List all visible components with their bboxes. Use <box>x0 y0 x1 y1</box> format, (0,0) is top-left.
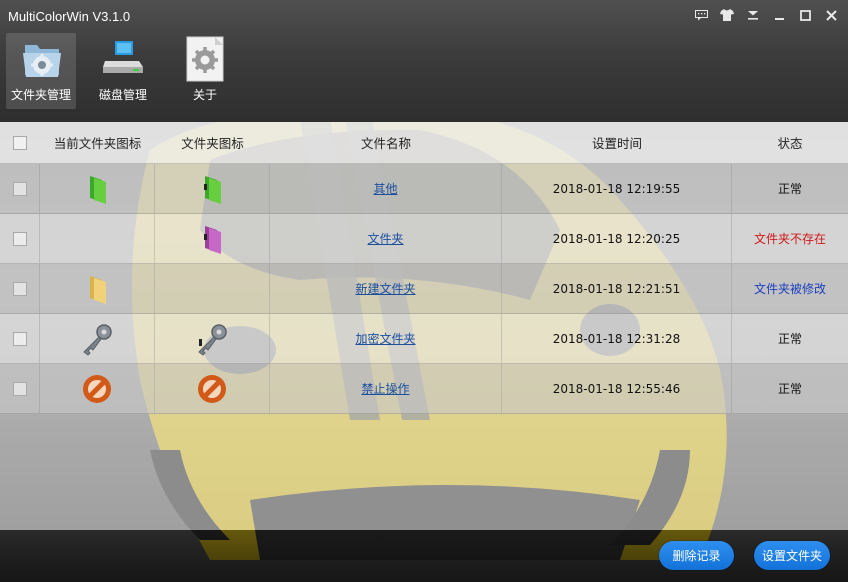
close-icon[interactable] <box>820 4 842 26</box>
table-row[interactable]: 新建文件夹 2018-01-18 12:21:51 文件夹被修改 <box>0 264 848 314</box>
table-row[interactable]: 禁止操作 2018-01-18 12:55:46 正常 <box>0 364 848 414</box>
table-row[interactable]: 加密文件夹 2018-01-18 12:31:28 正常 <box>0 314 848 364</box>
yellow-folder-icon <box>90 275 106 304</box>
green-folder-icon <box>90 175 106 204</box>
set-folder-button[interactable]: 设置文件夹 <box>754 541 830 570</box>
tab-folder-management-label: 文件夹管理 <box>10 88 71 102</box>
tab-disk-management[interactable]: 磁盘管理 <box>88 33 158 109</box>
table-header: 当前文件夹图标 文件夹图标 文件名称 设置时间 状态 <box>0 122 848 164</box>
minimize-icon[interactable] <box>768 4 790 26</box>
folder-name-link[interactable]: 加密文件夹 <box>355 330 415 347</box>
menu-icon[interactable] <box>742 4 764 26</box>
key-icon <box>198 323 227 356</box>
green-folder-icon <box>204 175 221 204</box>
forbidden-icon <box>83 374 111 403</box>
window-controls <box>690 4 842 26</box>
status-text: 正常 <box>777 182 802 196</box>
folder-name-link[interactable]: 禁止操作 <box>361 380 409 397</box>
table-row[interactable]: 其他 2018-01-18 12:19:55 正常 <box>0 164 848 214</box>
header-current-icon: 当前文件夹图标 <box>53 136 142 151</box>
chat-icon[interactable] <box>690 4 712 26</box>
header-folder-icon: 文件夹图标 <box>181 136 244 151</box>
set-time: 2018-01-18 12:55:46 <box>502 364 732 413</box>
delete-record-button[interactable]: 删除记录 <box>659 541 734 570</box>
select-all-checkbox[interactable] <box>13 135 27 150</box>
folder-name-link[interactable]: 新建文件夹 <box>355 280 415 297</box>
set-time: 2018-01-18 12:21:51 <box>502 264 732 313</box>
row-checkbox[interactable] <box>12 381 27 396</box>
forbidden-icon <box>198 374 226 403</box>
set-time: 2018-01-18 12:19:55 <box>502 164 732 213</box>
status-text: 正常 <box>777 382 802 396</box>
maximize-icon[interactable] <box>794 4 816 26</box>
tab-about-label: 关于 <box>192 88 217 102</box>
row-checkbox[interactable] <box>12 331 27 346</box>
folder-name-link[interactable]: 文件夹 <box>367 230 403 247</box>
header-select-all-cell <box>0 122 40 163</box>
set-time: 2018-01-18 12:31:28 <box>502 314 732 363</box>
header-status: 状态 <box>777 136 803 151</box>
shirt-icon[interactable] <box>716 4 738 26</box>
status-text: 正常 <box>777 332 802 346</box>
key-icon <box>83 323 112 356</box>
bottom-action-bar: 删除记录 设置文件夹 <box>0 530 848 582</box>
disk-icon <box>103 41 143 73</box>
row-checkbox[interactable] <box>12 231 27 246</box>
purple-folder-icon <box>204 225 221 254</box>
header-file-name: 文件名称 <box>360 136 411 151</box>
window-title: MultiColorWin V3.1.0 <box>8 9 131 24</box>
main-toolbar: 文件夹管理 磁盘管理 关于 <box>6 33 252 109</box>
table-row[interactable]: 文件夹 2018-01-18 12:20:25 文件夹不存在 <box>0 214 848 264</box>
status-text: 文件夹被修改 <box>753 282 826 296</box>
status-text: 文件夹不存在 <box>753 232 826 246</box>
header-area: MultiColorWin V3.1.0 文件夹管理 磁盘管理 关于 <box>0 0 848 122</box>
row-checkbox[interactable] <box>12 181 27 196</box>
folder-name-link[interactable]: 其他 <box>373 180 397 197</box>
folder-table: 当前文件夹图标 文件夹图标 文件名称 设置时间 状态 其他 2018-01-18… <box>0 122 848 530</box>
tab-about[interactable]: 关于 <box>170 33 240 109</box>
set-time: 2018-01-18 12:20:25 <box>502 214 732 263</box>
folder-settings-icon <box>23 45 61 77</box>
header-set-time: 设置时间 <box>591 136 642 151</box>
tab-folder-management[interactable]: 文件夹管理 <box>6 33 76 109</box>
row-checkbox[interactable] <box>12 281 27 296</box>
tab-disk-management-label: 磁盘管理 <box>98 88 147 102</box>
about-gear-icon <box>186 36 224 82</box>
